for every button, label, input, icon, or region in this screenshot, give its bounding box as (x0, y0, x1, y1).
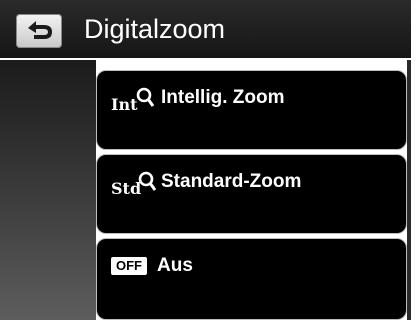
page-title: Digitalzoom (84, 14, 226, 44)
std-zoom-icon: Std (111, 168, 159, 198)
digital-zoom-screen: Digitalzoom Int Intellig. Zoom Std Stand… (0, 0, 418, 320)
off-icon: OFF (111, 257, 147, 275)
left-panel (0, 60, 96, 320)
menu-item-label: Aus (157, 255, 193, 276)
right-edge-strip (407, 60, 411, 320)
menu-item-standard-zoom[interactable]: Std Standard-Zoom (96, 154, 407, 234)
menu-item-aus[interactable]: OFF Aus (96, 238, 407, 320)
svg-text:Std: Std (111, 179, 141, 198)
back-arrow-icon (28, 21, 52, 39)
back-button[interactable] (16, 14, 62, 48)
header-bar: Digitalzoom (0, 0, 411, 60)
menu-item-label: Standard-Zoom (161, 171, 302, 192)
int-zoom-icon: Int (111, 84, 159, 114)
menu-item-intellig-zoom[interactable]: Int Intellig. Zoom (96, 70, 407, 150)
menu-item-label: Intellig. Zoom (161, 87, 285, 108)
svg-text:Int: Int (111, 95, 138, 114)
